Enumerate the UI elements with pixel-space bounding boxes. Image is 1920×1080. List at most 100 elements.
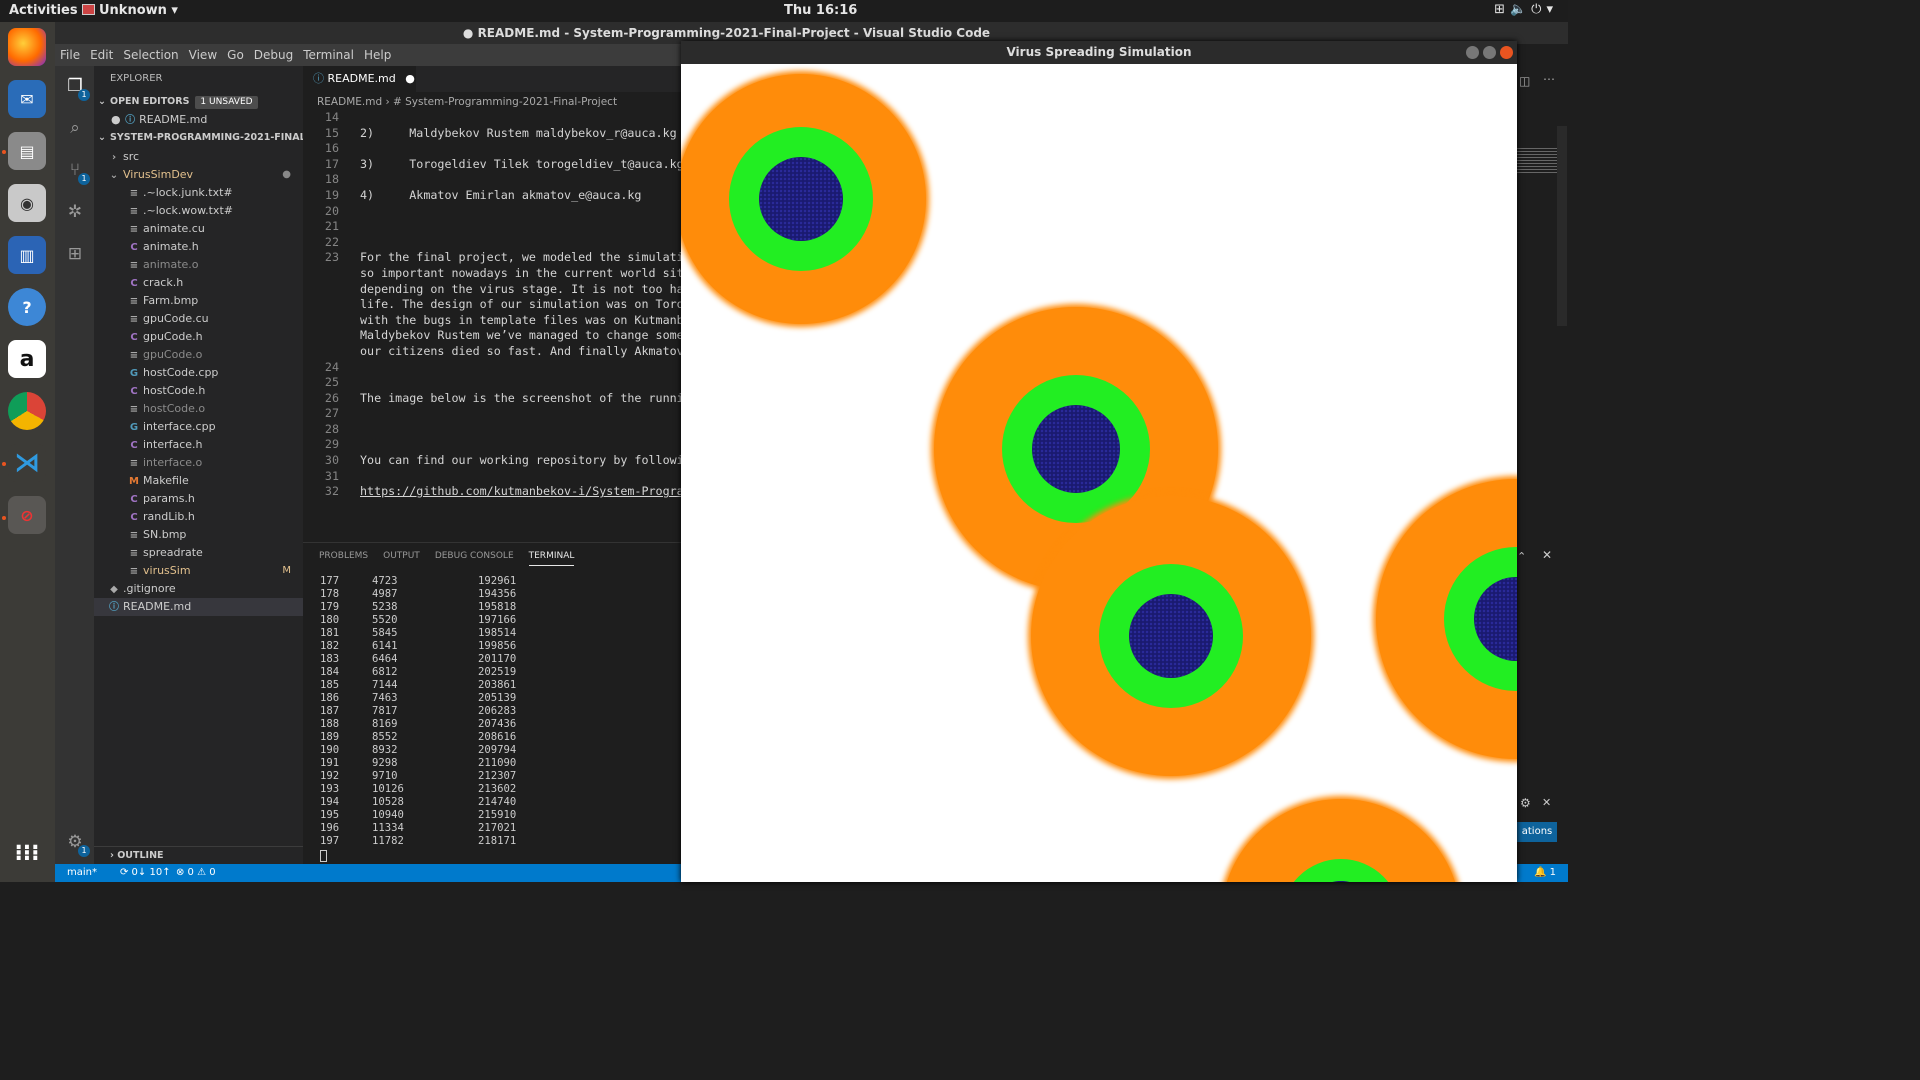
- debug-icon[interactable]: ✲: [63, 200, 87, 224]
- file-item[interactable]: Ccrack.h: [94, 274, 303, 292]
- chrome-icon[interactable]: [8, 392, 46, 430]
- line-number: 24: [324, 359, 339, 374]
- breadcrumb[interactable]: README.md › # System-Programming-2021-Fi…: [317, 96, 617, 108]
- file-item[interactable]: ≡ .~lock.wow.txt#: [94, 202, 303, 220]
- file-item[interactable]: ◆ .gitignore: [94, 580, 303, 598]
- file-item[interactable]: Canimate.h: [94, 238, 303, 256]
- simulation-window[interactable]: Virus Spreading Simulation: [681, 41, 1517, 882]
- file-item[interactable]: CrandLib.h: [94, 508, 303, 526]
- sim-title-bar[interactable]: Virus Spreading Simulation: [681, 41, 1517, 64]
- close-icon[interactable]: ✕: [1542, 796, 1551, 809]
- minimize-button[interactable]: [1466, 46, 1479, 59]
- menu-edit[interactable]: Edit: [85, 44, 118, 62]
- tab-terminal[interactable]: TERMINAL: [528, 551, 575, 566]
- maximize-button[interactable]: [1483, 46, 1496, 59]
- file-item[interactable]: GhostCode.cpp: [94, 364, 303, 382]
- terminal-output[interactable]: 177 4723 192961 178 4987 194356 179 5238 195818 1…: [320, 575, 560, 848]
- problems-status[interactable]: ⊗ 0 ⚠ 0: [176, 864, 216, 882]
- panel-tabs: PROBLEMS OUTPUT DEBUG CONSOLE TERMINAL: [319, 551, 589, 566]
- writer-icon[interactable]: ▥: [8, 236, 46, 274]
- tab-readme[interactable]: ⓘ README.md ●: [303, 66, 416, 92]
- vscode-icon[interactable]: ⋊: [8, 444, 46, 482]
- menu-go[interactable]: Go: [222, 44, 249, 62]
- terminal-row: 178 4987 194356: [320, 588, 560, 601]
- search-icon[interactable]: ⌕: [63, 116, 87, 140]
- sync-status[interactable]: ⟳ 0↓ 10↑: [120, 864, 171, 882]
- file-item[interactable]: › src: [94, 148, 303, 166]
- menu-selection[interactable]: Selection: [118, 44, 183, 62]
- file-item[interactable]: ≡ spreadrate: [94, 544, 303, 562]
- clock[interactable]: Thu 16:16: [784, 3, 857, 18]
- outline-section[interactable]: › OUTLINE: [94, 846, 303, 864]
- file-item[interactable]: ≡ animate.cu: [94, 220, 303, 238]
- terminal-cell: 10528: [372, 796, 404, 808]
- file-item[interactable]: Cinterface.h: [94, 436, 303, 454]
- simulation-canvas[interactable]: [681, 64, 1517, 882]
- notifications-status[interactable]: 🔔 1: [1534, 864, 1556, 882]
- file-item[interactable]: ≡ animate.o: [94, 256, 303, 274]
- tab-problems[interactable]: PROBLEMS: [319, 551, 368, 561]
- file-item[interactable]: ≡ SN.bmp: [94, 526, 303, 544]
- tab-debug-console[interactable]: DEBUG CONSOLE: [435, 551, 514, 561]
- menu-help[interactable]: Help: [359, 44, 396, 62]
- close-button[interactable]: [1500, 46, 1513, 59]
- chevron-up-icon[interactable]: ⌃: [1517, 550, 1526, 563]
- close-icon[interactable]: ✕: [1542, 548, 1552, 562]
- repo-link[interactable]: https://github.com/kutmanbekov-i/System-…: [360, 484, 681, 498]
- menu-file[interactable]: File: [55, 44, 85, 62]
- code-area[interactable]: 14 15 2) Maldybekov Rustem maldybekov_r@au…: [303, 110, 681, 500]
- system-tray[interactable]: ⊞🔈⏻▾: [1494, 2, 1558, 17]
- thunderbird-icon[interactable]: ✉: [8, 80, 46, 118]
- file-label: randLib.h: [143, 510, 195, 523]
- tab-output[interactable]: OUTPUT: [383, 551, 420, 561]
- file-item[interactable]: ≡ virusSim M: [94, 562, 303, 580]
- file-item[interactable]: ≡ gpuCode.o: [94, 346, 303, 364]
- file-item[interactable]: M Makefile: [94, 472, 303, 490]
- source-control-icon[interactable]: ⑂ 1: [63, 158, 90, 185]
- split-editor-icon[interactable]: ◫: [1519, 74, 1530, 88]
- file-item[interactable]: ≡ interface.o: [94, 454, 303, 472]
- activities-button[interactable]: Activities: [9, 3, 78, 18]
- outline-label: OUTLINE: [117, 850, 164, 861]
- file-item[interactable]: CgpuCode.h: [94, 328, 303, 346]
- file-item[interactable]: ChostCode.h: [94, 382, 303, 400]
- sim-app-icon[interactable]: ⊘: [8, 496, 46, 534]
- app-menu[interactable]: Unknown ▾: [82, 3, 178, 18]
- file-item[interactable]: ≡ Farm.bmp: [94, 292, 303, 310]
- menu-terminal[interactable]: Terminal: [298, 44, 359, 62]
- extensions-icon[interactable]: ⊞: [63, 242, 87, 266]
- menu-debug[interactable]: Debug: [249, 44, 298, 62]
- help-icon[interactable]: ?: [8, 288, 46, 326]
- amazon-icon[interactable]: a: [8, 340, 46, 378]
- menu-view[interactable]: View: [184, 44, 222, 62]
- unsaved-dot-icon[interactable]: ●: [405, 72, 415, 85]
- file-item[interactable]: ⌄ VirusSimDev ●: [94, 166, 303, 184]
- minimap[interactable]: [1517, 148, 1557, 174]
- open-editors-section[interactable]: ⌄ OPEN EDITORS 1 UNSAVED: [94, 93, 303, 111]
- terminal-cell: 185: [320, 679, 340, 691]
- code-line: 15 2) Maldybekov Rustem maldybekov_r@auca…: [303, 126, 681, 142]
- branch-status[interactable]: main*: [67, 864, 97, 882]
- terminal-cell: 218171: [478, 835, 517, 847]
- firefox-icon[interactable]: [8, 28, 46, 66]
- more-icon[interactable]: ⋯: [1543, 72, 1555, 86]
- project-section[interactable]: ⌄ SYSTEM-PROGRAMMING-2021-FINAL-PRO...: [94, 129, 303, 147]
- files-icon[interactable]: ▤: [8, 132, 46, 170]
- file-item[interactable]: ⓘ README.md: [94, 598, 303, 616]
- gear-icon[interactable]: ⚙ 1: [63, 830, 90, 857]
- rhythmbox-icon[interactable]: ◉: [8, 184, 46, 222]
- file-item[interactable]: ≡ hostCode.o: [94, 400, 303, 418]
- file-label: gpuCode.cu: [143, 312, 209, 325]
- gear-icon[interactable]: ⚙: [1520, 796, 1531, 810]
- scrollbar[interactable]: [1557, 126, 1567, 326]
- file-type-icon: C: [130, 386, 138, 397]
- file-label: hostCode.o: [143, 402, 206, 415]
- notification-button[interactable]: ations: [1517, 822, 1557, 842]
- open-editor-item[interactable]: ● ⓘ README.md: [94, 111, 303, 129]
- file-item[interactable]: ≡ .~lock.junk.txt#: [94, 184, 303, 202]
- file-item[interactable]: Cparams.h: [94, 490, 303, 508]
- explorer-icon[interactable]: ❐ 1: [63, 74, 90, 101]
- file-item[interactable]: ≡ gpuCode.cu: [94, 310, 303, 328]
- file-item[interactable]: Ginterface.cpp: [94, 418, 303, 436]
- show-apps-icon[interactable]: ⁝⁝⁝: [8, 834, 46, 872]
